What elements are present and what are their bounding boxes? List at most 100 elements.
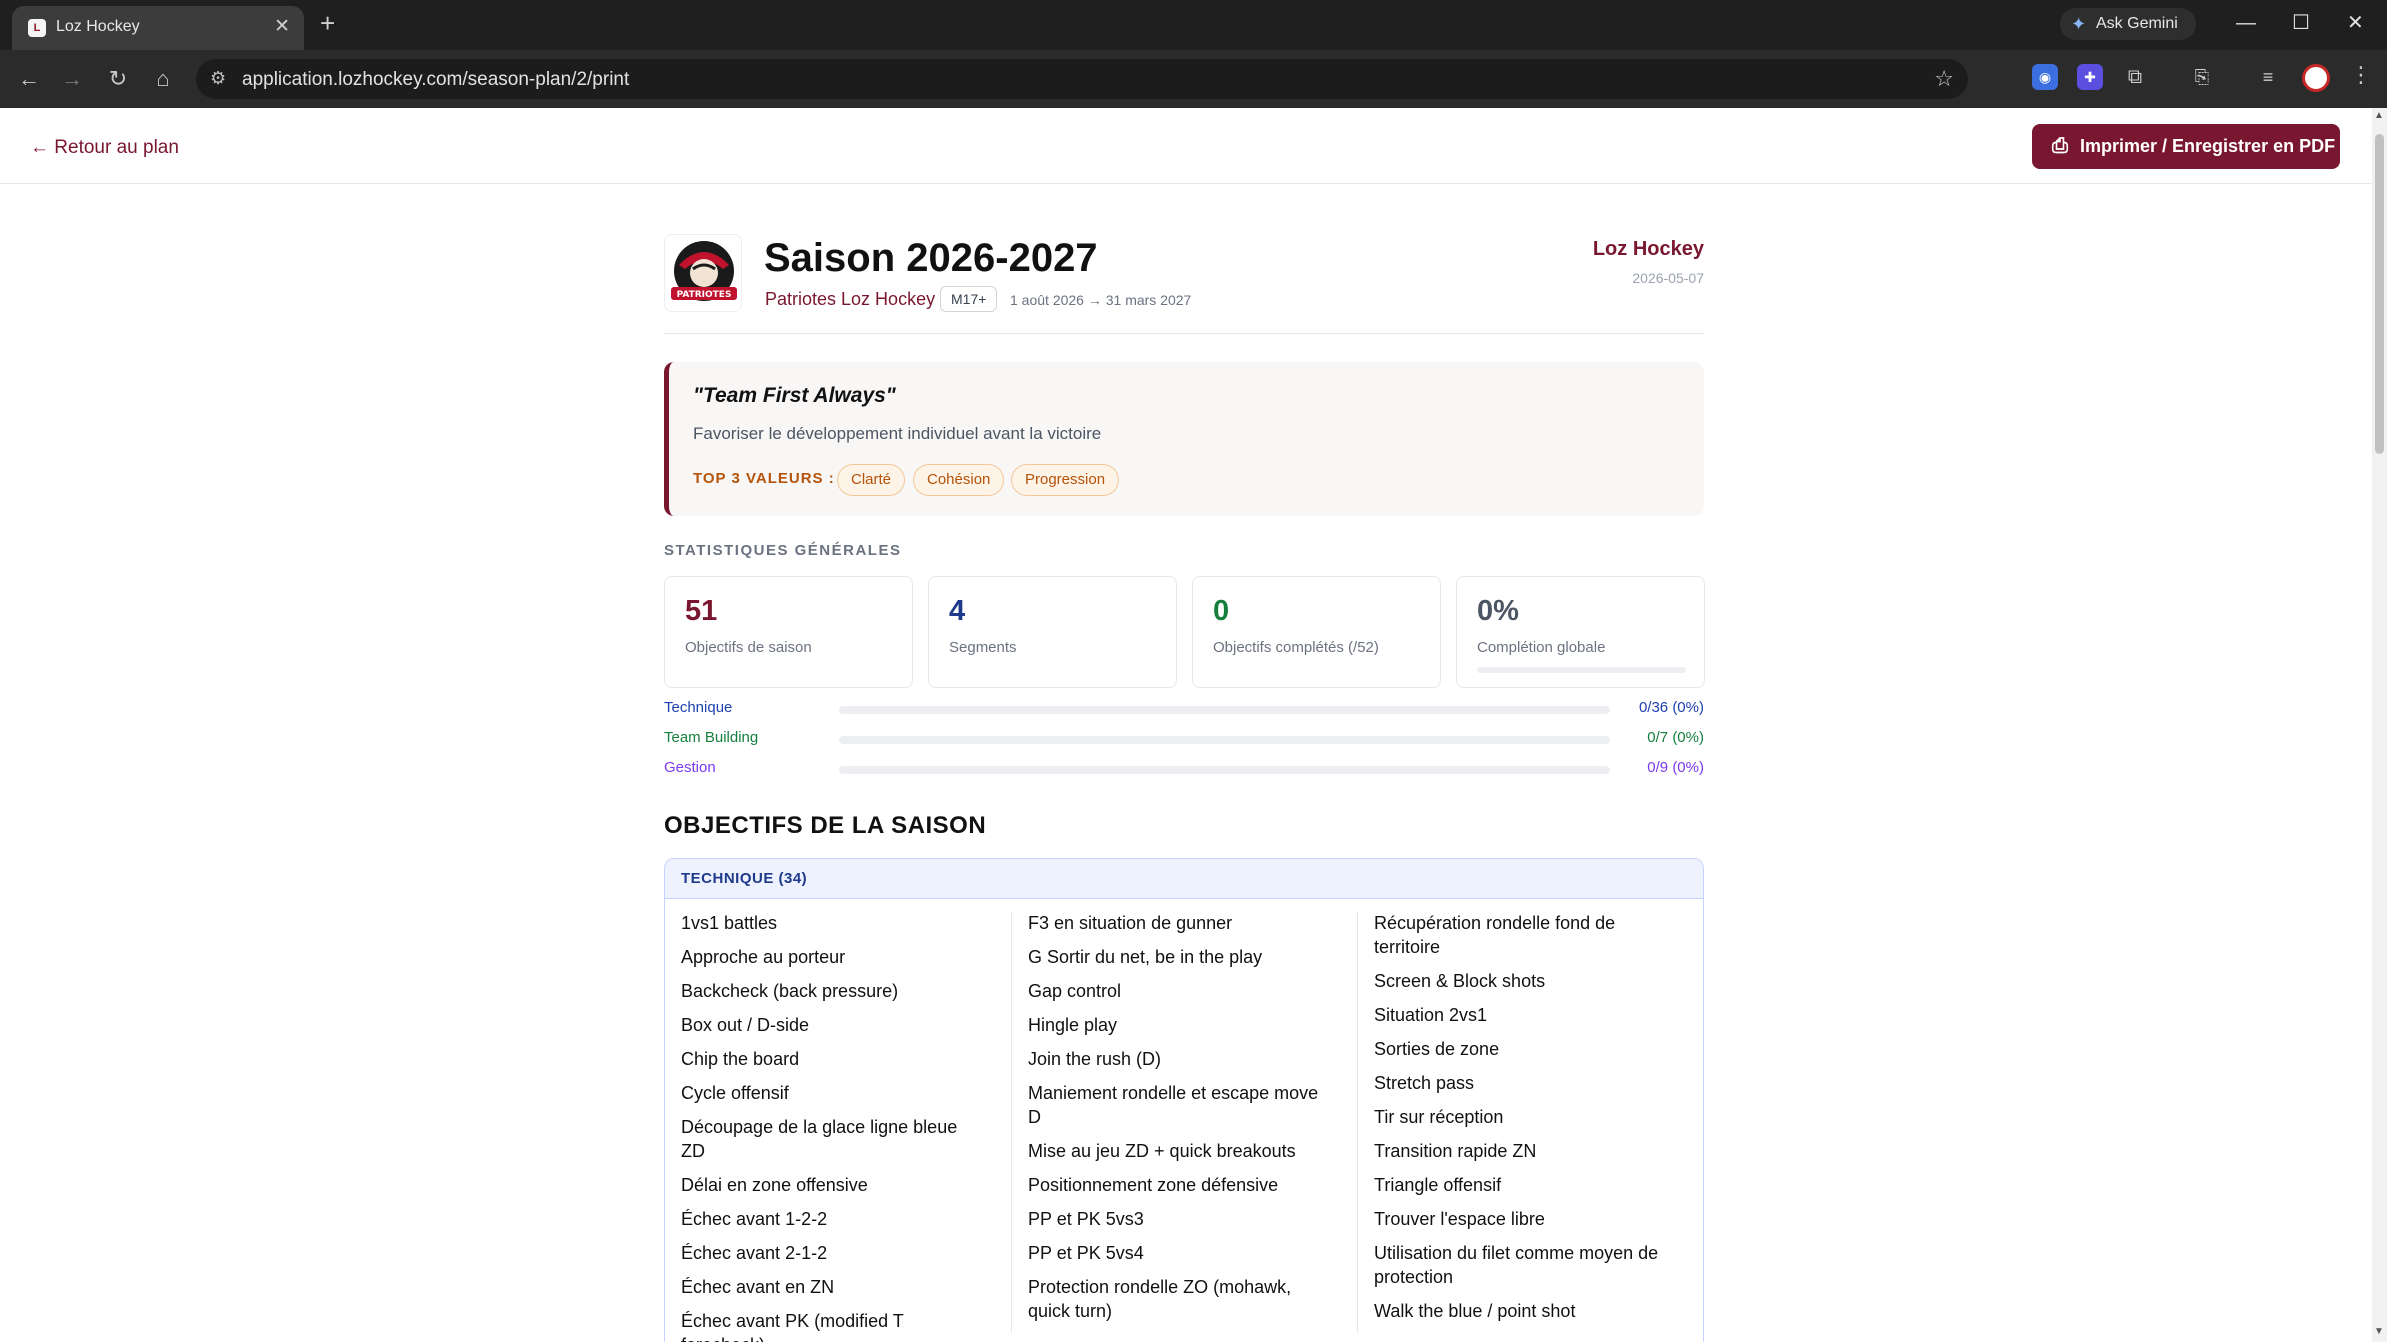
objective-item: Screen & Block shots	[1374, 971, 1546, 991]
objective-item: Transition rapide ZN	[1374, 1141, 1537, 1161]
stat-label: Complétion globale	[1477, 639, 1606, 656]
objective-item: PP et PK 5vs3	[1028, 1209, 1144, 1229]
progress-row-team-building: Team Building 0/7 (0%)	[664, 729, 1704, 749]
print-pdf-button[interactable]: ⎙ Imprimer / Enregistrer en PDF	[2032, 124, 2340, 169]
progress-count: 0/9 (0%)	[1647, 759, 1704, 776]
objectives-column: Récupération rondelle fond de territoire…	[1357, 911, 1687, 1333]
tab-title: Loz Hockey	[56, 18, 140, 35]
tab-favicon-icon: L	[28, 19, 46, 37]
objectives-column: F3 en situation de gunner G Sortir du net…	[1011, 911, 1341, 1333]
back-arrow-icon[interactable]: ←	[12, 62, 46, 96]
objective-item: Join the rush (D)	[1028, 1049, 1162, 1069]
objective-item: Mise au jeu ZD + quick breakouts	[1028, 1141, 1296, 1161]
stat-card-completed: 0 Objectifs complétés (/52)	[1192, 576, 1441, 688]
value-chip: Cohésion	[913, 464, 1005, 496]
stat-card-segments: 4 Segments	[928, 576, 1177, 688]
objective-item: Hingle play	[1028, 1015, 1118, 1035]
objective-item: Tir sur réception	[1374, 1107, 1504, 1127]
objectives-group-header: TECHNIQUE (34)	[665, 859, 1703, 899]
maximize-icon[interactable]: ☐	[2292, 10, 2310, 36]
print-pdf-label: Imprimer / Enregistrer en PDF	[2080, 136, 2336, 156]
tab-close-icon[interactable]: ✕	[274, 15, 290, 38]
objective-item: Stretch pass	[1374, 1073, 1475, 1093]
value-chip: Progression	[1011, 464, 1120, 496]
progress-category-name: Team Building	[664, 729, 759, 746]
address-bar[interactable]: ⚙ application.lozhockey.com/season-plan/…	[196, 59, 1968, 99]
objective-item: Protection rondelle ZO (mohawk, quick tu…	[1028, 1277, 1292, 1321]
gemini-sparkle-icon: ✦	[2071, 14, 2087, 34]
scrollbar-thumb[interactable]	[2375, 134, 2384, 454]
objective-item: Trouver l'espace libre	[1374, 1209, 1545, 1229]
progress-count: 0/7 (0%)	[1647, 729, 1704, 746]
team-name: Patriotes Loz Hockey	[765, 289, 936, 309]
vision-statement: Favoriser le développement individuel av…	[693, 424, 1102, 443]
extensions-puzzle-icon[interactable]: ⧉	[2122, 64, 2148, 90]
objective-item: Positionnement zone défensive	[1028, 1175, 1279, 1195]
scroll-up-icon[interactable]: ▲	[2374, 110, 2384, 121]
forward-arrow-icon[interactable]: →	[55, 62, 89, 96]
objectives-heading: OBJECTIFS DE LA SAISON	[664, 812, 987, 839]
stat-value: 0	[1213, 595, 1230, 627]
objective-item: Approche au porteur	[681, 947, 846, 967]
objective-item: Sorties de zone	[1374, 1039, 1500, 1059]
extension-blue-icon[interactable]: ◉	[2032, 64, 2058, 90]
reload-icon[interactable]: ↻	[101, 62, 135, 96]
objective-item: Délai en zone offensive	[681, 1175, 868, 1195]
scroll-down-icon[interactable]: ▼	[2374, 1326, 2384, 1337]
browser-tabbar: L Loz Hockey ✕ + ✦ Ask Gemini — ☐ ✕	[0, 0, 2387, 50]
objective-item: F3 en situation de gunner	[1028, 913, 1233, 933]
bookmark-star-icon[interactable]: ☆	[1934, 66, 1954, 92]
objective-item: Récupération rondelle fond de territoire	[1374, 913, 1616, 957]
minimize-icon[interactable]: —	[2236, 10, 2256, 36]
media-queue-icon[interactable]: ≡	[2255, 64, 2281, 90]
back-to-plan-link[interactable]: ← Retour au plan	[30, 137, 179, 159]
objective-item: Gap control	[1028, 981, 1122, 1001]
objective-item: Échec avant 2-1-2	[681, 1243, 828, 1263]
tab-search-icon[interactable]: ⎘	[2189, 64, 2215, 90]
objectives-group-title: TECHNIQUE (34)	[681, 870, 808, 887]
team-motto: "Team First Always"	[693, 384, 896, 407]
page-scrollbar[interactable]: ▲ ▼	[2372, 108, 2387, 1342]
value-chip: Clarté	[837, 464, 906, 496]
objective-item: Box out / D-side	[681, 1015, 810, 1035]
progress-row-technique: Technique 0/36 (0%)	[664, 699, 1704, 719]
objective-item: 1vs1 battles	[681, 913, 778, 933]
ask-gemini-button[interactable]: ✦ Ask Gemini	[2060, 8, 2196, 40]
vision-card: "Team First Always" Favoriser le dévelop…	[664, 362, 1704, 516]
address-url: application.lozhockey.com/season-plan/2/…	[242, 69, 630, 90]
season-title: Saison 2026-2027	[764, 236, 1098, 280]
objective-item: Échec avant PK (modified T forecheck)	[681, 1311, 904, 1342]
objective-item: G Sortir du net, be in the play	[1028, 947, 1263, 967]
ask-gemini-label: Ask Gemini	[2096, 15, 2178, 32]
new-tab-icon[interactable]: +	[320, 9, 335, 37]
print-date: 2026-05-07	[1632, 270, 1704, 286]
values-label: TOP 3 VALEURS :	[693, 470, 835, 487]
window-close-icon[interactable]: ✕	[2347, 10, 2364, 36]
stats-section-label: STATISTIQUES GÉNÉRALES	[664, 542, 902, 559]
stat-label: Objectifs de saison	[685, 639, 812, 656]
objective-item: PP et PK 5vs4	[1028, 1243, 1144, 1263]
browser-tab[interactable]: L Loz Hockey ✕	[12, 6, 304, 50]
site-info-icon[interactable]: ⚙	[210, 68, 226, 89]
extension-purple-icon[interactable]: ✚	[2077, 64, 2103, 90]
profile-avatar[interactable]	[2302, 64, 2330, 92]
objectives-group-technique: TECHNIQUE (34) 1vs1 battles Approche au p…	[664, 858, 1704, 1342]
season-dates: 1 août 2026 → 31 mars 2027	[1010, 292, 1192, 308]
browser-menu-icon[interactable]: ⋮	[2350, 62, 2372, 88]
stat-value: 4	[949, 595, 966, 627]
home-icon[interactable]: ⌂	[146, 62, 180, 96]
objective-item: Utilisation du filet comme moyen de prot…	[1374, 1243, 1659, 1287]
objective-item: Cycle offensif	[681, 1083, 789, 1103]
objective-item: Walk the blue / point shot	[1374, 1301, 1576, 1321]
stat-value: 0%	[1477, 595, 1519, 627]
stat-card-completion: 0% Complétion globale	[1456, 576, 1705, 688]
svg-text:PATRIOTES: PATRIOTES	[677, 290, 732, 300]
organization-name: Loz Hockey	[1592, 238, 1704, 260]
level-badge: M17+	[940, 286, 998, 312]
team-logo: PATRIOTES	[664, 234, 742, 312]
objective-item: Backcheck (back pressure)	[681, 981, 899, 1001]
stat-card-objectives: 51 Objectifs de saison	[664, 576, 913, 688]
objective-item: Échec avant 1-2-2	[681, 1209, 828, 1229]
completion-progress-bar	[1477, 667, 1686, 673]
progress-row-gestion: Gestion 0/9 (0%)	[664, 759, 1704, 779]
